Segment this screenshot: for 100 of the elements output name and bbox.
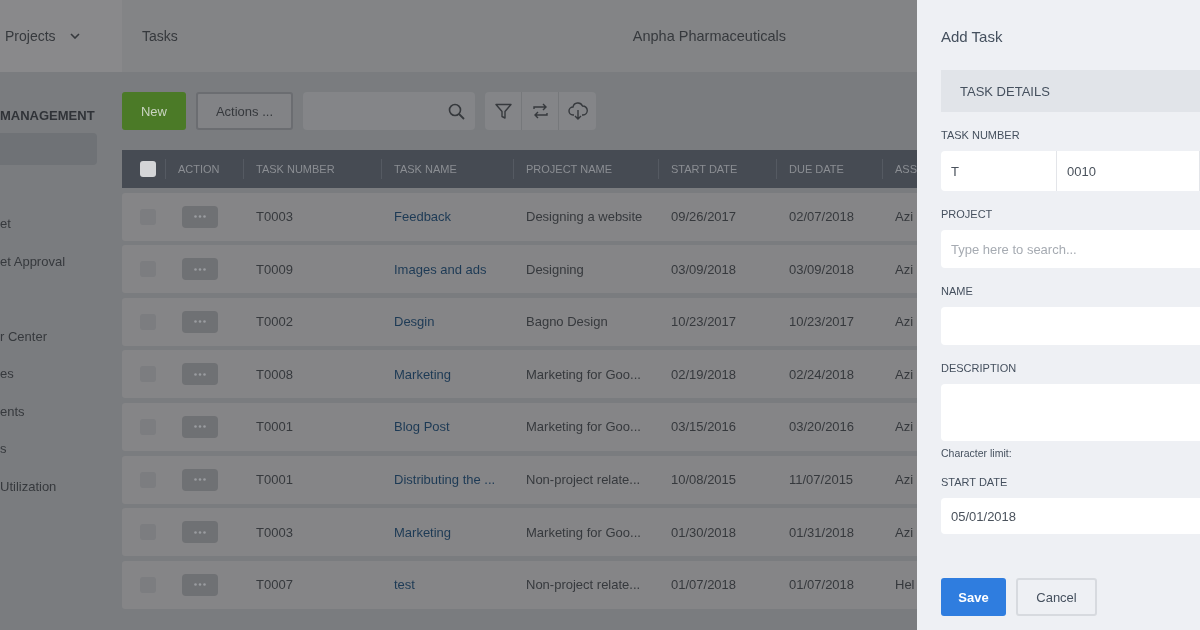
table-cell-text: 01/30/2018 xyxy=(670,524,738,540)
input-field[interactable]: Type here to search... xyxy=(941,230,1200,268)
column-header[interactable]: TASK NUMBER xyxy=(243,159,381,179)
column-header[interactable]: START DATE xyxy=(658,159,776,179)
table-cell-text: 10/08/2015 xyxy=(670,472,738,488)
more-icon xyxy=(194,215,206,219)
table-cell-text: 02/24/2018 xyxy=(788,366,856,382)
table-cell-text: 02/07/2018 xyxy=(788,209,856,225)
table-cell-text: Non-project relate... xyxy=(525,577,642,593)
actions-button[interactable]: Actions ... xyxy=(196,92,293,130)
table-cell-text: 10/23/2017 xyxy=(788,314,856,330)
table-cell-text: Azi xyxy=(894,472,915,488)
sidebar-item[interactable]: r Center xyxy=(0,317,97,355)
new-button[interactable]: New xyxy=(122,92,186,130)
table-cell-text: Hel xyxy=(894,577,916,593)
column-header[interactable]: PROJECT NAME xyxy=(513,159,658,179)
cloud-download-icon xyxy=(567,102,588,120)
table-cell-text: T0001 xyxy=(255,419,294,435)
table-cell-text: 03/20/2016 xyxy=(788,419,856,435)
table-cell-text: Non-project relate... xyxy=(525,472,642,488)
task-link[interactable]: Blog Post xyxy=(394,419,450,435)
prefix-field[interactable]: T xyxy=(941,151,1057,191)
table-cell-text: T0009 xyxy=(255,261,294,277)
table-cell-text: Azi xyxy=(894,261,915,277)
company-name: Anpha Pharmaceuticals xyxy=(632,28,786,44)
more-icon xyxy=(194,320,206,324)
table-cell-text: 01/07/2018 xyxy=(670,577,738,593)
more-icon xyxy=(194,478,206,482)
breadcrumb: Tasks xyxy=(142,28,178,44)
sidebar-item[interactable]: s xyxy=(0,430,97,468)
search-icon xyxy=(448,102,465,120)
panel-title: Add Task xyxy=(941,28,1004,47)
table-cell-text: T0002 xyxy=(255,314,294,330)
sidebar-item[interactable]: et xyxy=(0,205,97,243)
column-header[interactable]: DUE DATE xyxy=(776,159,882,179)
table-cell-text: Azi xyxy=(894,366,915,382)
row-actions-button[interactable] xyxy=(182,363,218,386)
task-link[interactable]: Images and ads xyxy=(394,261,487,277)
sidebar-heading: MANAGEMENT xyxy=(0,108,96,123)
table-cell-text: Azi xyxy=(894,209,915,225)
row-actions-button[interactable] xyxy=(182,310,218,333)
table-cell-text: Azi xyxy=(894,419,915,435)
chevron-down-icon xyxy=(69,33,80,39)
sidebar-item[interactable]: Utilization xyxy=(0,467,97,505)
search-field[interactable] xyxy=(303,92,475,130)
column-header[interactable]: ACTION xyxy=(165,159,243,179)
swap-icon xyxy=(531,103,549,119)
table-cell-text: 11/07/2015 xyxy=(788,472,855,488)
task-link[interactable]: Desgin xyxy=(394,314,435,330)
field-label: PROJECT xyxy=(941,208,994,222)
row-actions-button[interactable] xyxy=(182,521,218,544)
table-cell-text: T0007 xyxy=(255,577,294,593)
section-header: TASK DETAILS xyxy=(941,70,1200,112)
table-cell-text: T0003 xyxy=(255,524,294,540)
sidebar-item[interactable]: es xyxy=(0,355,97,393)
row-actions-button[interactable] xyxy=(182,573,218,596)
table-cell-text: T0008 xyxy=(255,366,294,382)
table-cell-text: 01/31/2018 xyxy=(788,524,856,540)
table-cell-text: Bagno Design xyxy=(525,314,609,330)
table-cell-text: 03/15/2016 xyxy=(670,419,738,435)
more-icon xyxy=(194,583,206,587)
table-cell-text: Marketing for Goo... xyxy=(525,524,642,540)
table-cell-text: T0003 xyxy=(255,209,294,225)
more-icon xyxy=(194,267,206,271)
field-hint: Character limit: xyxy=(941,447,1013,459)
table-cell-text: Azi xyxy=(894,314,915,330)
sidebar-item[interactable]: ents xyxy=(0,392,97,430)
more-icon xyxy=(194,372,206,376)
table-cell-text: 01/07/2018 xyxy=(788,577,856,593)
task-link[interactable]: Marketing xyxy=(394,366,452,382)
field-label: DESCRIPTION xyxy=(941,362,1018,376)
save-button[interactable]: Save xyxy=(941,578,1006,616)
row-actions-button[interactable] xyxy=(182,205,218,228)
table-cell-text: Azi xyxy=(894,524,915,540)
table-cell-text: Designing a website xyxy=(525,209,644,225)
row-actions-button[interactable] xyxy=(182,258,218,281)
table-cell-text: Marketing for Goo... xyxy=(525,366,642,382)
field-label: START DATE xyxy=(941,476,1009,490)
task-link[interactable]: Feedback xyxy=(394,209,452,225)
cancel-button[interactable]: Cancel xyxy=(1016,578,1097,616)
task-link[interactable]: test xyxy=(394,577,415,593)
row-actions-button[interactable] xyxy=(182,468,218,491)
number-field[interactable]: 0010 xyxy=(1057,151,1200,191)
filter-icon xyxy=(494,102,512,120)
select-all-checkbox[interactable] xyxy=(140,161,156,177)
table-cell-text: 03/09/2018 xyxy=(670,261,738,277)
row-actions-button[interactable] xyxy=(182,415,218,438)
column-header[interactable]: TASK NAME xyxy=(381,159,513,179)
input-field[interactable]: 05/01/2018 xyxy=(941,498,1200,534)
table-cell-text: 03/09/2018 xyxy=(788,261,856,277)
projects-menu[interactable]: Projects xyxy=(5,28,56,44)
table-cell-text: T0001 xyxy=(255,472,294,488)
table-cell-text: 10/23/2017 xyxy=(670,314,738,330)
table-cell-text: Marketing for Goo... xyxy=(525,419,642,435)
more-icon xyxy=(194,425,206,429)
table-cell-text: Designing xyxy=(525,261,585,277)
table-cell-text: 09/26/2017 xyxy=(670,209,738,225)
task-link[interactable]: Distributing the ... xyxy=(394,472,496,488)
task-link[interactable]: Marketing xyxy=(394,524,452,540)
sidebar-item[interactable]: et Approval xyxy=(0,242,97,280)
